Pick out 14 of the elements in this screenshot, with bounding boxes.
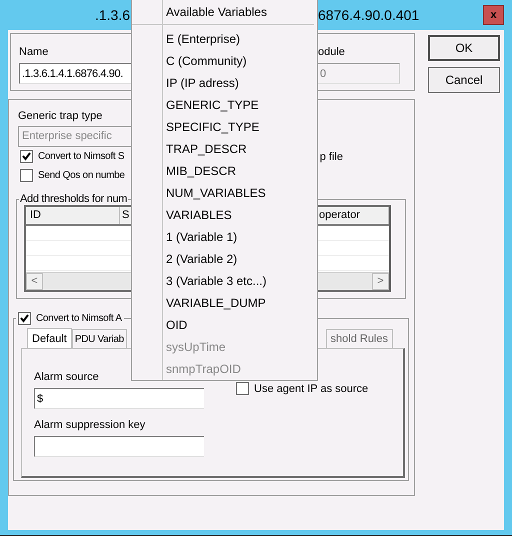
thresholds-group-title: Add thresholds for num [19,193,128,205]
checkbox-label: Convert to Nimsoft S [38,151,124,162]
module-label: odule [318,46,346,59]
checkbox-label: Use agent IP as source [254,382,368,394]
checkbox-label: p file [320,150,343,162]
window-title: .1.3.6 [94,7,130,23]
alarm-suppression-key-label: Alarm suppression key [34,419,146,432]
name-label: Name [19,46,50,59]
window-title: 6876.4.90.0.401 [318,7,420,23]
menu-title: Available Variables [132,0,314,25]
checkbox-label: Send Qos on numbe [38,170,125,181]
alarm-source-label: Alarm source [34,371,99,384]
generic-trap-type-label: Generic trap type [18,110,104,123]
checkbox-label: Convert to Nimsoft A [36,313,122,324]
